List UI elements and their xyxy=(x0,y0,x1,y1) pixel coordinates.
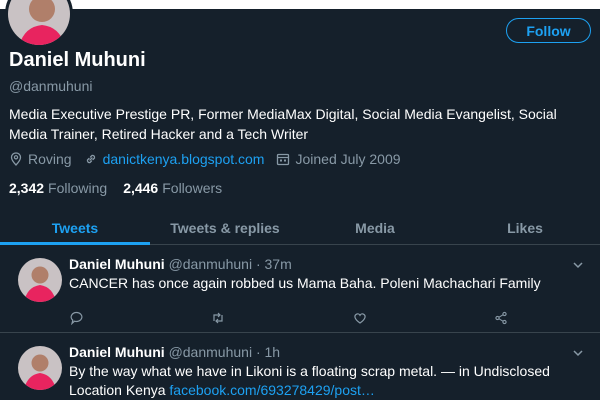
chevron-down-icon[interactable] xyxy=(572,259,584,271)
profile-handle: @danmuhuni xyxy=(9,78,93,94)
tweet-author-handle[interactable]: @danmuhuni xyxy=(169,256,253,272)
like-icon[interactable] xyxy=(352,310,368,326)
retweet-icon[interactable] xyxy=(210,310,226,326)
tweet-avatar[interactable] xyxy=(18,346,62,390)
tweet-text: CANCER has once again robbed us Mama Bah… xyxy=(69,275,541,291)
followers-count: 2,446 xyxy=(123,180,159,196)
profile-meta: Roving danictkenya.blogspot.com Joined J… xyxy=(9,151,413,167)
following-stat[interactable]: 2,342 Following xyxy=(9,180,107,196)
profile-location: Roving xyxy=(28,151,72,167)
tab-likes[interactable]: Likes xyxy=(450,212,600,244)
tweet-item[interactable]: Daniel Muhuni @danmuhuni · 1h By the way… xyxy=(0,333,600,400)
profile-joined: Joined July 2009 xyxy=(295,151,401,167)
location-icon xyxy=(10,152,22,166)
tweet-header: Daniel Muhuni @danmuhuni · 1h xyxy=(69,344,280,360)
profile-avatar[interactable] xyxy=(5,0,73,48)
followers-label: Followers xyxy=(162,180,223,196)
tweet-avatar[interactable] xyxy=(18,258,62,302)
followers-stat[interactable]: 2,446 Followers xyxy=(123,180,222,196)
tweet-author-name[interactable]: Daniel Muhuni xyxy=(69,256,165,272)
following-label: Following xyxy=(48,180,108,196)
tweet-actions xyxy=(69,310,509,326)
chevron-down-icon[interactable] xyxy=(572,347,584,359)
tweet-author-handle[interactable]: @danmuhuni xyxy=(169,344,253,360)
reply-icon[interactable] xyxy=(69,310,85,326)
tweet-link[interactable]: facebook.com/693278429/post… xyxy=(169,382,374,398)
profile-website-link[interactable]: danictkenya.blogspot.com xyxy=(103,151,265,167)
profile-display-name: Daniel Muhuni xyxy=(9,49,146,71)
tab-tweets-and-replies[interactable]: Tweets & replies xyxy=(150,212,300,244)
follow-button[interactable]: Follow xyxy=(506,18,591,43)
tab-tweets[interactable]: Tweets xyxy=(0,212,150,245)
calendar-icon xyxy=(277,153,290,166)
tweet-item[interactable]: Daniel Muhuni @danmuhuni · 37m CANCER ha… xyxy=(0,245,600,333)
tweet-timestamp[interactable]: 1h xyxy=(265,344,281,360)
tweet-header: Daniel Muhuni @danmuhuni · 37m xyxy=(69,256,292,272)
profile-tabs: Tweets Tweets & replies Media Likes xyxy=(0,212,600,245)
tweet-text: By the way what we have in Likoni is a f… xyxy=(69,362,584,400)
tweet-separator: · xyxy=(255,344,261,360)
share-icon[interactable] xyxy=(493,310,509,326)
link-icon xyxy=(86,154,95,164)
tweet-separator: · xyxy=(255,256,261,272)
profile-bio: Media Executive Prestige PR, Former Medi… xyxy=(9,106,557,142)
tab-media[interactable]: Media xyxy=(300,212,450,244)
header-banner xyxy=(0,0,600,9)
following-count: 2,342 xyxy=(9,180,45,196)
tweet-timestamp[interactable]: 37m xyxy=(265,256,292,272)
profile-stats: 2,342 Following 2,446 Followers xyxy=(9,180,238,196)
tweet-author-name[interactable]: Daniel Muhuni xyxy=(69,344,165,360)
